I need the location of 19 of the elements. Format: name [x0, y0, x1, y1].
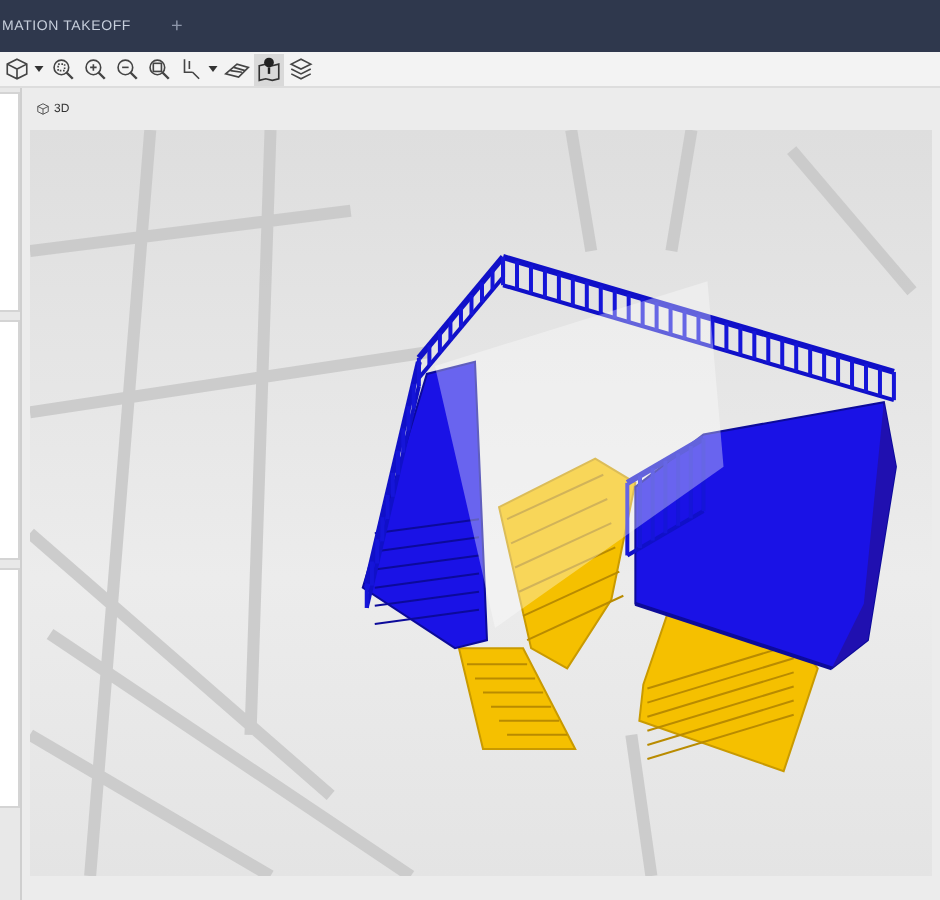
- zoom-fit-icon: [50, 56, 76, 82]
- zoom-fit-tool-button[interactable]: [48, 53, 78, 85]
- pointer-icon: [178, 56, 204, 82]
- caret-icon: [208, 66, 218, 72]
- zoom-in-icon: [82, 56, 108, 82]
- layers-tool-button[interactable]: [286, 53, 316, 85]
- zoom-in-tool-button[interactable]: [80, 53, 110, 85]
- layers-icon: [288, 56, 314, 82]
- zoom-window-icon: [146, 56, 172, 82]
- zoom-out-icon: [114, 56, 140, 82]
- zoom-out-tool-button[interactable]: [112, 53, 142, 85]
- cube-icon: [4, 56, 30, 82]
- map-pin-tool-button[interactable]: [254, 53, 284, 85]
- map-pin-icon: [256, 56, 282, 82]
- cube-icon: [36, 102, 50, 116]
- caret-icon: [34, 66, 44, 72]
- zoom-window-tool-button[interactable]: [144, 53, 174, 85]
- add-tab-button[interactable]: +: [162, 15, 191, 37]
- cube-tool-button[interactable]: [2, 53, 46, 85]
